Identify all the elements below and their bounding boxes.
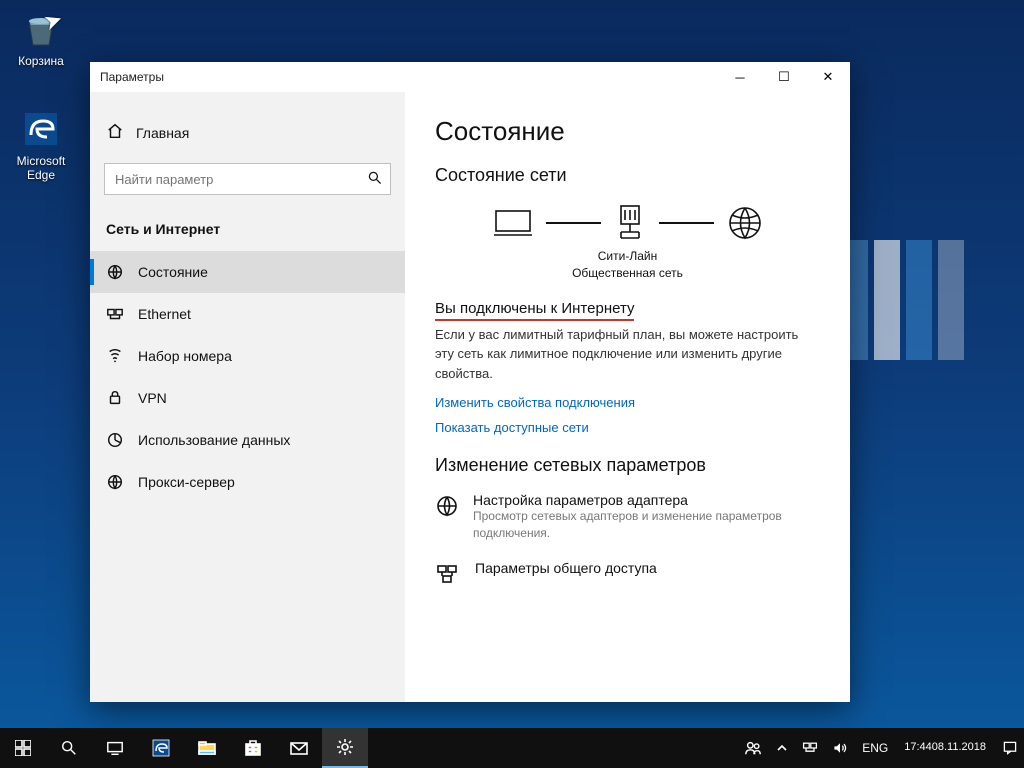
store-taskbar-icon[interactable] — [230, 728, 276, 768]
nav-label: VPN — [138, 390, 167, 406]
taskbar: ENG 17:44 08.11.2018 — [0, 728, 1024, 768]
search-taskbar-button[interactable] — [46, 728, 92, 768]
settings-taskbar-icon[interactable] — [322, 728, 368, 768]
tray-chevron-up-icon[interactable] — [770, 728, 794, 768]
nav-vpn[interactable]: VPN — [90, 377, 405, 419]
status-icon — [106, 263, 124, 281]
option-adapter[interactable]: Настройка параметров адаптера Просмотр с… — [435, 492, 820, 542]
option-title: Настройка параметров адаптера — [473, 492, 820, 508]
globe-icon — [726, 204, 764, 242]
network-diagram — [435, 204, 820, 242]
dialup-icon — [106, 347, 124, 365]
diagram-label: Сити-Лайн Общественная сеть — [435, 248, 820, 282]
action-center-icon[interactable] — [996, 728, 1024, 768]
titlebar[interactable]: Параметры ─ ☐ ✕ — [90, 62, 850, 92]
language-indicator[interactable]: ENG — [856, 728, 894, 768]
search-input[interactable] — [104, 163, 391, 195]
option-title: Параметры общего доступа — [475, 560, 657, 576]
change-settings-heading: Изменение сетевых параметров — [435, 455, 820, 476]
sidebar: Главная Сеть и Интернет Состояние Ethern… — [90, 92, 405, 702]
data-usage-icon — [106, 431, 124, 449]
sharing-icon — [435, 560, 461, 591]
nav-ethernet[interactable]: Ethernet — [90, 293, 405, 335]
option-sharing[interactable]: Параметры общего доступа — [435, 560, 820, 591]
edge-desktop-icon[interactable]: Microsoft Edge — [6, 108, 76, 182]
nav-label: Ethernet — [138, 306, 191, 322]
task-view-button[interactable] — [92, 728, 138, 768]
nav-label: Набор номера — [138, 348, 232, 364]
clock[interactable]: 17:44 08.11.2018 — [896, 728, 994, 768]
home-nav[interactable]: Главная — [90, 116, 405, 159]
vpn-icon — [106, 389, 124, 407]
recycle-bin-label: Корзина — [6, 54, 76, 68]
page-subheading: Состояние сети — [435, 165, 820, 186]
home-label: Главная — [136, 125, 189, 141]
option-desc: Просмотр сетевых адаптеров и изменение п… — [473, 508, 820, 542]
start-button[interactable] — [0, 728, 46, 768]
nav-label: Использование данных — [138, 432, 290, 448]
edge-taskbar-icon[interactable] — [138, 728, 184, 768]
nav-dialup[interactable]: Набор номера — [90, 335, 405, 377]
system-tray: ENG 17:44 08.11.2018 — [738, 728, 1024, 768]
settings-window: Параметры ─ ☐ ✕ Главная Сеть и Интернет — [90, 62, 850, 702]
maximize-button[interactable]: ☐ — [762, 62, 806, 92]
minimize-button[interactable]: ─ — [718, 62, 762, 92]
connected-body: Если у вас лимитный тарифный план, вы мо… — [435, 325, 820, 384]
edge-icon — [20, 108, 62, 150]
ethernet-icon — [106, 305, 124, 323]
home-icon — [106, 122, 124, 143]
nav-label: Состояние — [138, 264, 208, 280]
network-tray-icon[interactable] — [796, 728, 824, 768]
nav-data-usage[interactable]: Использование данных — [90, 419, 405, 461]
mail-taskbar-icon[interactable] — [276, 728, 322, 768]
people-tray-icon[interactable] — [738, 728, 768, 768]
section-header: Сеть и Интернет — [90, 213, 405, 251]
explorer-taskbar-icon[interactable] — [184, 728, 230, 768]
connected-heading: Вы подключены к Интернету — [435, 300, 634, 321]
router-icon — [613, 204, 647, 242]
close-button[interactable]: ✕ — [806, 62, 850, 92]
volume-tray-icon[interactable] — [826, 728, 854, 768]
content-pane: Состояние Состояние сети Сити-Лайн Общес… — [405, 92, 850, 702]
link-change-properties[interactable]: Изменить свойства подключения — [435, 395, 820, 410]
page-heading: Состояние — [435, 116, 820, 147]
proxy-icon — [106, 473, 124, 491]
nav-status[interactable]: Состояние — [90, 251, 405, 293]
nav-label: Прокси-сервер — [138, 474, 235, 490]
search-icon — [367, 170, 383, 191]
adapter-icon — [435, 492, 459, 542]
search-box[interactable] — [104, 163, 391, 195]
window-title: Параметры — [100, 70, 164, 84]
link-show-networks[interactable]: Показать доступные сети — [435, 420, 820, 435]
nav-proxy[interactable]: Прокси-сервер — [90, 461, 405, 503]
pc-icon — [492, 207, 534, 239]
edge-label: Microsoft Edge — [6, 154, 76, 182]
recycle-bin-desktop-icon[interactable]: ➤ Корзина — [6, 8, 76, 68]
